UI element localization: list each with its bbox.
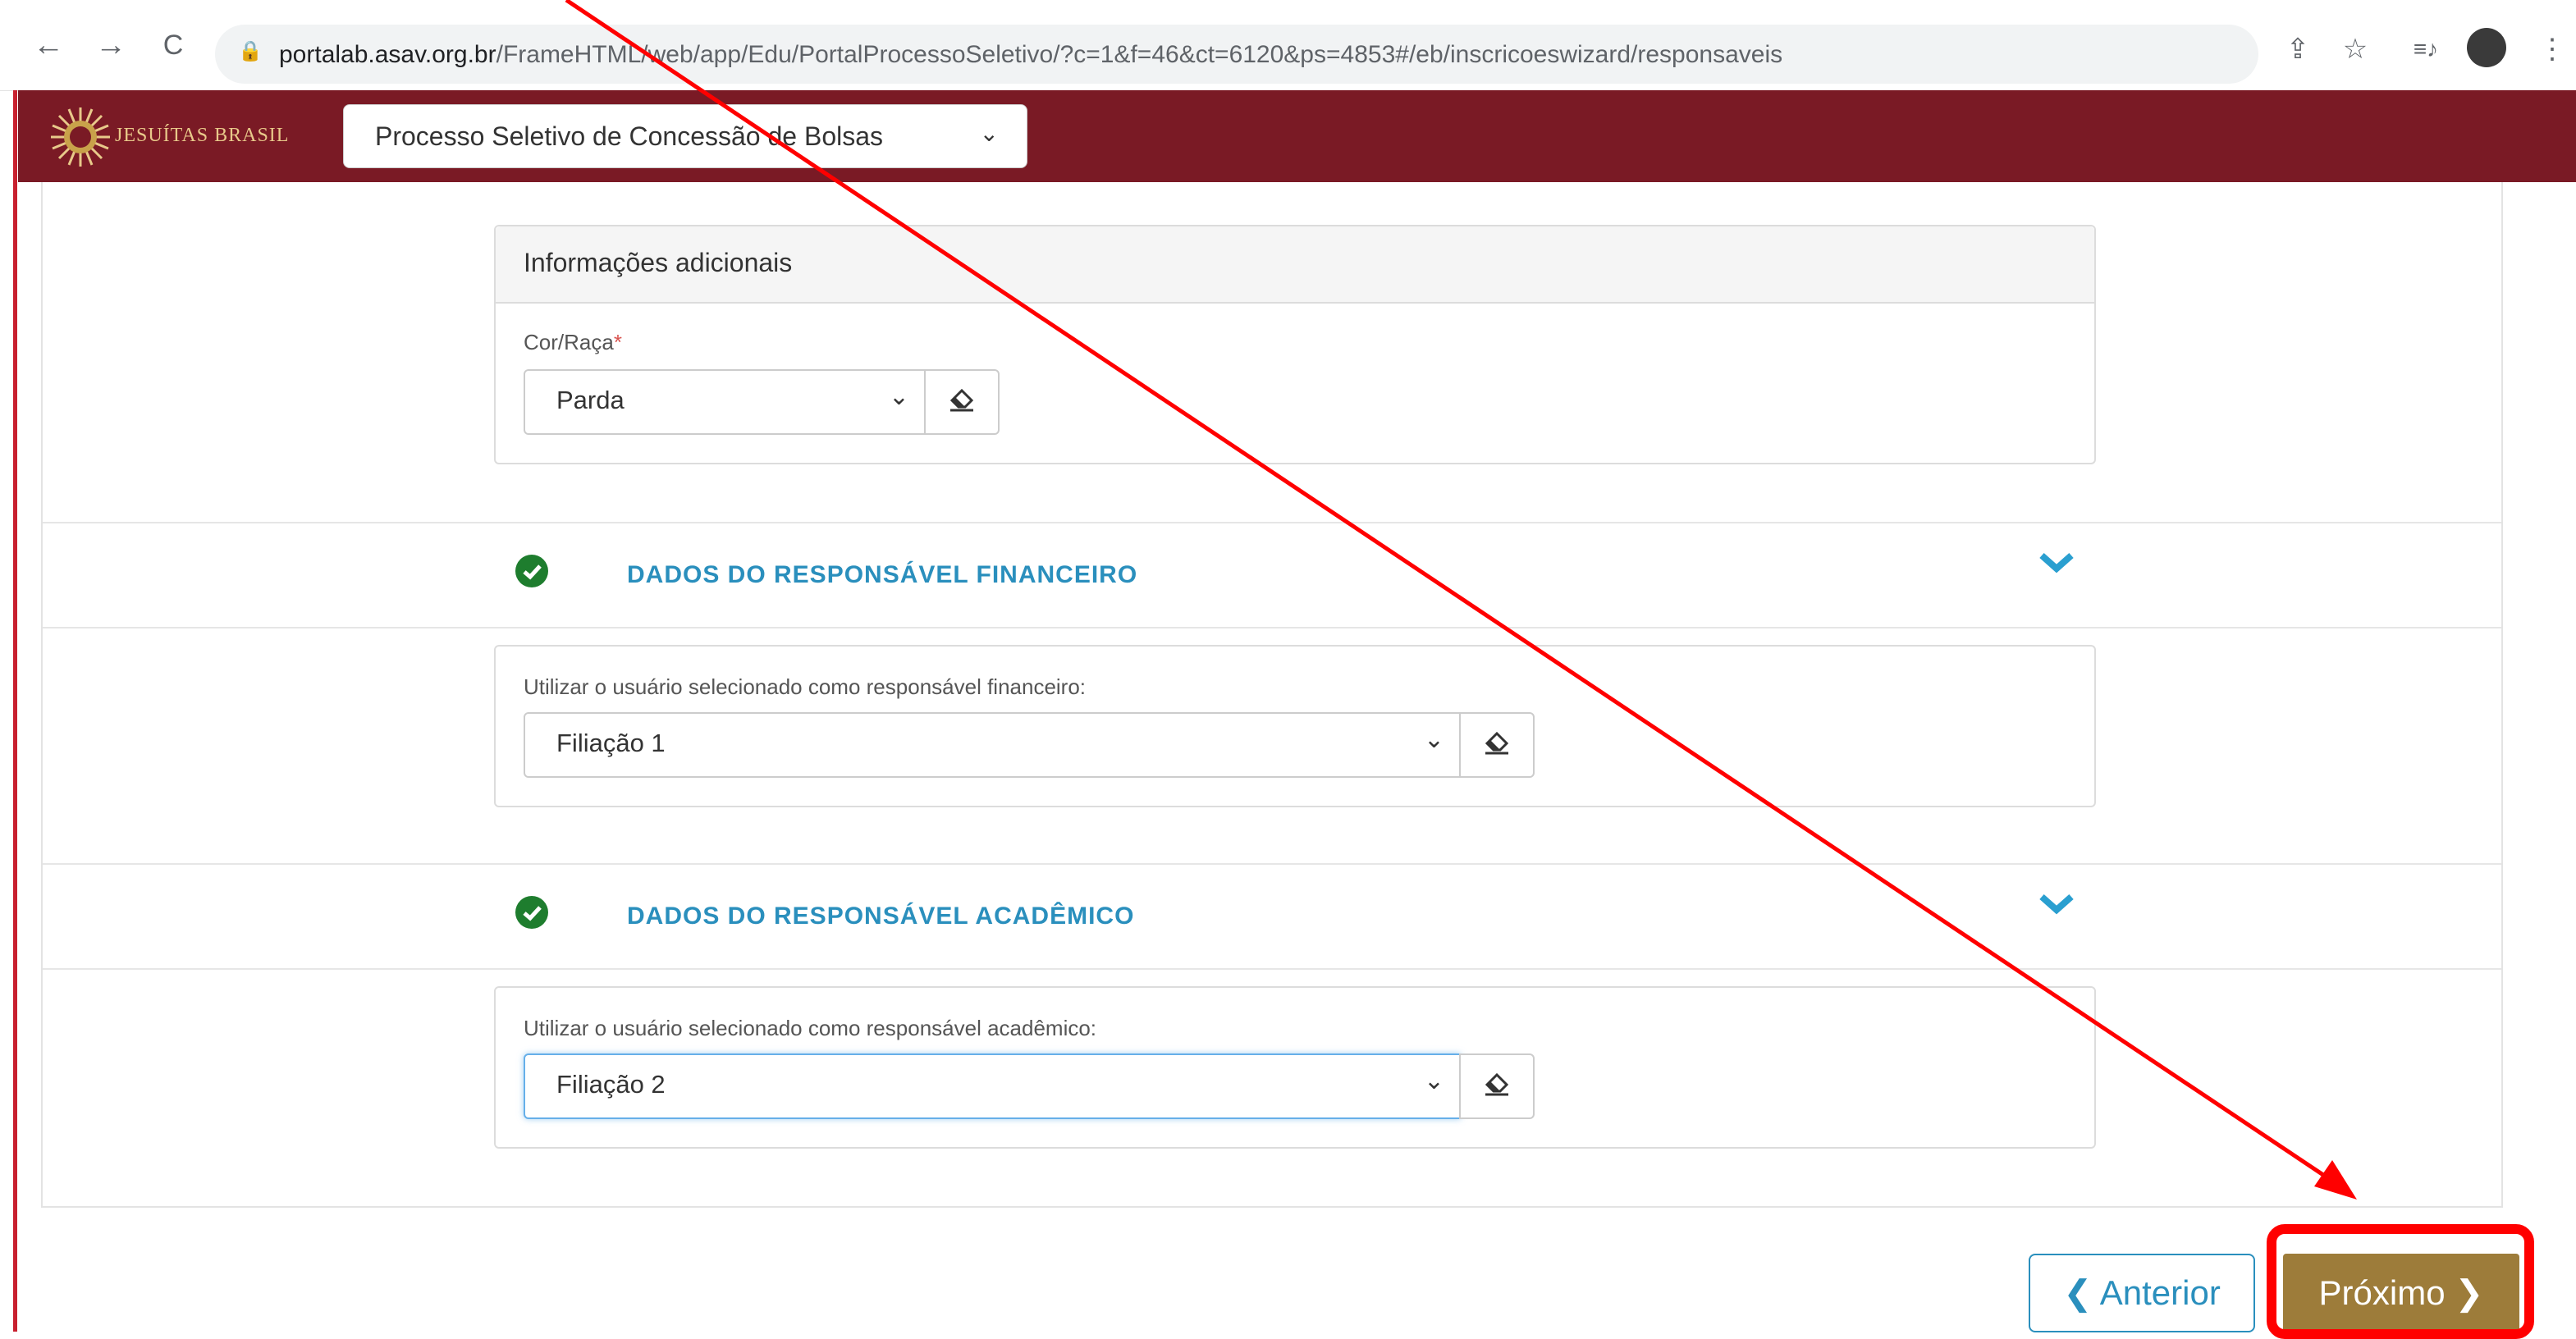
cor-raca-value: Parda <box>556 386 625 414</box>
reload-icon[interactable]: C <box>153 25 194 66</box>
academic-section-header[interactable] <box>43 863 2501 970</box>
star-icon[interactable]: ☆ <box>2336 33 2375 66</box>
academic-select[interactable]: Filiação 2 ⌄ <box>524 1053 1461 1119</box>
chevron-down-icon: ⌄ <box>1423 726 1444 753</box>
chevron-left-icon: ❮ <box>2063 1273 2093 1312</box>
chevron-down-icon: ⌄ <box>979 121 999 146</box>
cor-raca-label-text: Cor/Raça <box>524 330 614 354</box>
chevron-down-icon: ⌄ <box>888 383 909 410</box>
url-path: /FrameHTML/web/app/Edu/PortalProcessoSel… <box>496 41 1783 68</box>
media-icon[interactable]: ≡♪ <box>2406 33 2446 66</box>
check-circle-icon <box>515 896 548 929</box>
financial-section-header[interactable] <box>43 522 2501 628</box>
clear-academic-button[interactable] <box>1459 1053 1535 1119</box>
clear-financial-button[interactable] <box>1459 712 1535 778</box>
url-text[interactable]: portalab.asav.org.br/FrameHTML/web/app/E… <box>279 39 1782 71</box>
share-icon[interactable]: ⇪ <box>2278 33 2317 66</box>
financial-value: Filiação 1 <box>556 729 666 757</box>
financial-section-title: DADOS DO RESPONSÁVEL FINANCEIRO <box>627 561 1138 588</box>
financial-field-label: Utilizar o usuário selecionado como resp… <box>524 674 1087 699</box>
eraser-icon <box>1485 1072 1509 1096</box>
back-icon[interactable]: ← <box>28 25 69 66</box>
eraser-icon <box>1485 731 1509 755</box>
left-accent-bar <box>13 90 17 1332</box>
annotation-highlight-box <box>2267 1224 2534 1339</box>
check-circle-icon <box>515 555 548 587</box>
academic-field-label: Utilizar o usuário selecionado como resp… <box>524 1016 1097 1040</box>
url-host: portalab.asav.org.br <box>279 41 496 68</box>
required-mark: * <box>613 330 622 354</box>
menu-icon[interactable]: ⋮ <box>2536 33 2569 66</box>
clear-cor-raca-button[interactable] <box>924 369 1000 435</box>
forward-icon[interactable]: → <box>90 25 131 66</box>
process-select[interactable]: Processo Seletivo de Concessão de Bolsas… <box>343 104 1027 168</box>
cor-raca-select[interactable]: Parda ⌄ <box>524 369 926 435</box>
eraser-icon <box>949 388 974 412</box>
cor-raca-label: Cor/Raça* <box>524 330 622 355</box>
chevron-down-icon[interactable] <box>2038 888 2075 925</box>
jesuitas-logo <box>51 107 110 167</box>
chevron-down-icon: ⌄ <box>1423 1067 1444 1095</box>
financial-select[interactable]: Filiação 1 ⌄ <box>524 712 1461 778</box>
process-select-value: Processo Seletivo de Concessão de Bolsas <box>375 121 884 151</box>
academic-section-title: DADOS DO RESPONSÁVEL ACADÊMICO <box>627 903 1135 930</box>
previous-label: Anterior <box>2099 1273 2221 1312</box>
chevron-down-icon[interactable] <box>2038 546 2075 583</box>
profile-avatar[interactable] <box>2467 28 2506 67</box>
lock-icon: 🔒 <box>238 40 263 62</box>
brand-name: JESUÍTAS BRASIL <box>115 125 290 146</box>
previous-button[interactable]: ❮ Anterior <box>2029 1254 2255 1332</box>
panel-title: Informações adicionais <box>524 248 793 277</box>
academic-value: Filiação 2 <box>556 1070 666 1099</box>
